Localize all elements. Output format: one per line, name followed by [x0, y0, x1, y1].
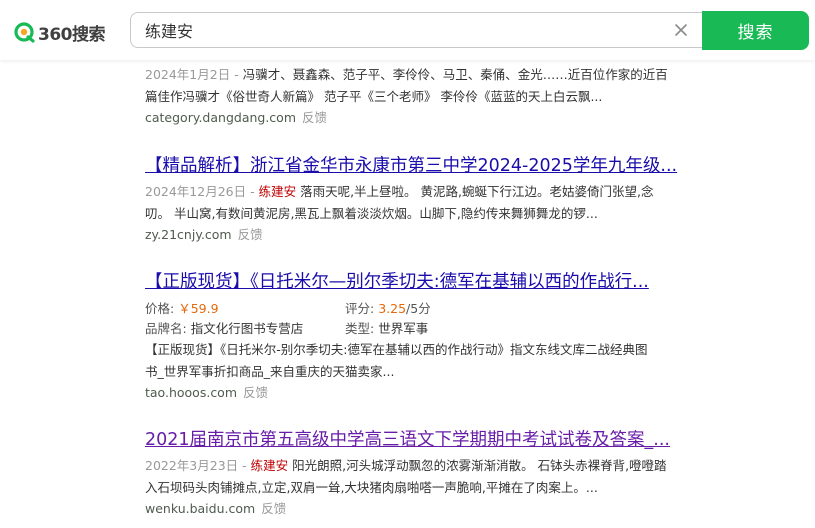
brand-value: 指文化行图书专营店: [190, 321, 304, 336]
highlight-term: 练建安: [250, 458, 289, 473]
feedback-link[interactable]: 反馈: [302, 110, 327, 125]
brand-label: 品牌名:: [145, 321, 187, 336]
result-item: 2021届南京市第五高级中学高三语文下学期期中考试试卷及答案_... 2022年…: [145, 428, 690, 519]
product-meta-row: 价格: ￥59.9 评分: 3.25/5分: [145, 299, 690, 319]
search-input[interactable]: [145, 13, 655, 47]
result-date: 2024年12月26日: [145, 184, 247, 199]
result-source: zy.21cnjy.com 反馈: [145, 225, 690, 245]
result-url[interactable]: wenku.baidu.com: [145, 501, 255, 516]
clear-icon[interactable]: [674, 23, 688, 37]
type-value: 世界军事: [378, 321, 429, 336]
result-source: wenku.baidu.com 反馈: [145, 499, 690, 519]
result-description: 2022年3月23日 - 练建安 阳光朗照,河头城浮动飘忽的浓雾渐渐消散。 石钵…: [145, 458, 667, 495]
type-label: 类型:: [345, 321, 375, 336]
result-description: 2024年12月26日 - 练建安 落雨天呢,半上昼啦。 黄泥路,蜿蜒下行江边。…: [145, 184, 654, 221]
product-meta-row: 品牌名: 指文化行图书专营店 类型: 世界军事: [145, 319, 690, 339]
price-value: ￥59.9: [178, 301, 219, 316]
score-value: 3.25: [378, 301, 407, 316]
result-description: 2024年1月2日 - 冯骥才、聂鑫森、范子平、李伶伶、马卫、秦俑、金光……近百…: [145, 67, 668, 104]
result-date: 2022年3月23日: [145, 458, 239, 473]
result-url[interactable]: zy.21cnjy.com: [145, 227, 232, 242]
site-logo[interactable]: 360搜索: [13, 19, 106, 45]
search-header: 360搜索 搜索: [0, 0, 815, 60]
result-item: 【精品解析】浙江省金华市永康市第三中学2024-2025学年九年级... 202…: [145, 154, 690, 245]
logo-text: 360搜索: [38, 24, 106, 45]
result-source: category.dangdang.com 反馈: [145, 108, 690, 128]
result-description: 【正版现货】《日托米尔-别尔季切夫:德军在基辅以西的作战行动》指文东线文库二战经…: [145, 342, 648, 379]
search-box: [130, 12, 708, 48]
result-title[interactable]: 【正版现货】《日托米尔—别尔季切夫:德军在基辅以西的作战行...: [145, 270, 683, 294]
result-url[interactable]: category.dangdang.com: [145, 110, 296, 125]
result-item: 2024年1月2日 - 冯骥才、聂鑫森、范子平、李伶伶、马卫、秦俑、金光……近百…: [145, 64, 690, 128]
feedback-link[interactable]: 反馈: [261, 501, 286, 516]
search-button[interactable]: 搜索: [702, 11, 809, 50]
result-title[interactable]: 【精品解析】浙江省金华市永康市第三中学2024-2025学年九年级...: [145, 154, 683, 178]
result-source: tao.hooos.com 反馈: [145, 383, 690, 403]
feedback-link[interactable]: 反馈: [238, 227, 263, 242]
result-date: 2024年1月2日: [145, 67, 231, 82]
score-total: /5分: [406, 301, 431, 316]
logo-icon: [14, 22, 35, 43]
price-label: 价格:: [145, 301, 175, 316]
score-label: 评分:: [345, 301, 375, 316]
result-item: 【正版现货】《日托米尔—别尔季切夫:德军在基辅以西的作战行... 价格: ￥59…: [145, 270, 690, 403]
feedback-link[interactable]: 反馈: [243, 385, 268, 400]
highlight-term: 练建安: [258, 184, 297, 199]
result-url[interactable]: tao.hooos.com: [145, 385, 237, 400]
result-title[interactable]: 2021届南京市第五高级中学高三语文下学期期中考试试卷及答案_...: [145, 428, 683, 452]
